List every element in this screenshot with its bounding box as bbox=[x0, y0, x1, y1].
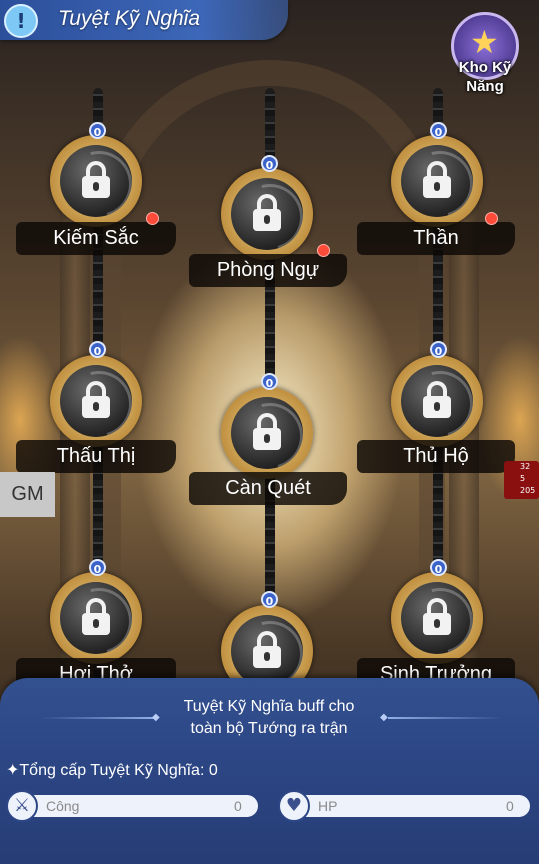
skill-label: Kiếm Sắc bbox=[16, 222, 176, 255]
notification-dot bbox=[146, 212, 159, 225]
skill-node-thau-thi[interactable] bbox=[50, 355, 142, 447]
skill-node-thu-ho[interactable] bbox=[391, 355, 483, 447]
alert-count-errors: 32 bbox=[520, 462, 531, 471]
skill-label: Thần bbox=[357, 222, 515, 255]
skill-label: Càn Quét bbox=[189, 472, 347, 505]
level-badge: 0 bbox=[261, 373, 278, 390]
skill-label: Thấu Thị bbox=[16, 440, 176, 473]
lock-icon bbox=[82, 161, 110, 199]
skill-book-icon: ★ bbox=[470, 23, 499, 61]
skill-label: Phòng Ngự bbox=[189, 254, 347, 287]
stat-value: 0 bbox=[506, 798, 514, 814]
level-badge: 0 bbox=[430, 559, 447, 576]
skill-book-label[interactable]: Kho Kỹ Năng bbox=[448, 58, 522, 96]
lock-icon bbox=[423, 161, 451, 199]
level-badge: 0 bbox=[430, 122, 447, 139]
stat-name: HP bbox=[318, 798, 338, 814]
level-badge: 0 bbox=[430, 341, 447, 358]
divider-left bbox=[40, 717, 155, 719]
exclamation-icon[interactable]: ! bbox=[4, 4, 38, 38]
skill-node-can-quet[interactable] bbox=[221, 387, 313, 479]
stat-value: 0 bbox=[234, 798, 242, 814]
skill-node-hoi-tho[interactable] bbox=[50, 572, 142, 664]
skill-node-sinh-truong[interactable] bbox=[391, 572, 483, 664]
lock-icon bbox=[253, 413, 281, 451]
gm-button[interactable]: GM bbox=[0, 472, 55, 517]
heart-icon: ♥ bbox=[278, 790, 310, 822]
stat-attack: ⚔ Công 0 bbox=[6, 790, 258, 822]
sword-icon: ⚔ bbox=[6, 790, 38, 822]
skill-node-kiem-sac[interactable] bbox=[50, 135, 142, 227]
lock-icon bbox=[423, 598, 451, 636]
buff-description-line: Tuyệt Kỹ Nghĩa buff cho bbox=[183, 698, 355, 715]
level-badge: 0 bbox=[89, 341, 106, 358]
title-bar: ! Tuyệt Kỹ Nghĩa bbox=[0, 0, 288, 40]
level-badge: 0 bbox=[89, 559, 106, 576]
total-level: ✦Tổng cấp Tuyệt Kỹ Nghĩa: 0 bbox=[6, 762, 218, 779]
divider-right bbox=[388, 717, 503, 719]
buff-description: Tuyệt Kỹ Nghĩa buff cho toàn bộ Tướng ra… bbox=[150, 696, 388, 740]
notification-dot bbox=[485, 212, 498, 225]
alert-count-total: 205 bbox=[520, 486, 536, 495]
lock-icon bbox=[423, 381, 451, 419]
skill-node-phong-ngu[interactable] bbox=[221, 168, 313, 260]
lock-icon bbox=[82, 598, 110, 636]
skill-node-than[interactable] bbox=[391, 135, 483, 227]
buff-description-line: toàn bộ Tướng ra trận bbox=[190, 720, 348, 737]
debug-alerts: 32 5 205 bbox=[504, 461, 539, 499]
lock-icon bbox=[253, 194, 281, 232]
stat-hp: ♥ HP 0 bbox=[278, 790, 530, 822]
stat-name: Công bbox=[46, 798, 80, 814]
alert-count-warnings: 5 bbox=[520, 474, 526, 483]
level-badge: 0 bbox=[261, 155, 278, 172]
lock-icon bbox=[82, 381, 110, 419]
notification-dot bbox=[317, 244, 330, 257]
level-badge: 0 bbox=[261, 591, 278, 608]
level-badge: 0 bbox=[89, 122, 106, 139]
page-title: Tuyệt Kỹ Nghĩa bbox=[58, 7, 201, 30]
lock-icon bbox=[253, 631, 281, 669]
skill-label: Thủ Hộ bbox=[357, 440, 515, 473]
